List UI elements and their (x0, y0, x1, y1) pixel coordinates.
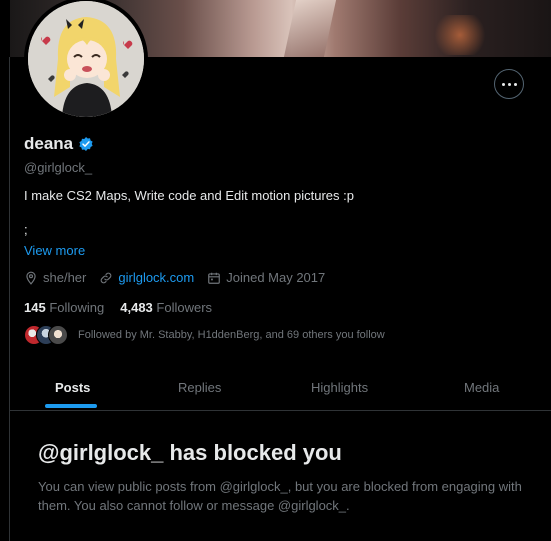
more-icon (501, 82, 517, 86)
calendar-icon (208, 272, 221, 284)
following-link[interactable]: 145 Following (24, 300, 104, 315)
display-name-row: deana (24, 134, 94, 154)
bio: I make CS2 Maps, Write code and Edit mot… (24, 188, 354, 203)
followed-by[interactable]: Followed by Mr. Stabby, H1ddenBerg, and … (24, 325, 385, 345)
follower-avatars (24, 325, 70, 345)
pronouns-text: she/her (43, 270, 87, 285)
follower-avatar (48, 325, 68, 345)
tab-media[interactable]: Media (464, 380, 499, 395)
join-date-text: Joined May 2017 (226, 270, 326, 285)
view-more-link[interactable]: View more (24, 243, 85, 258)
profile-tabs: Posts Replies Highlights Media (10, 366, 551, 411)
column-border (9, 57, 10, 541)
followers-link[interactable]: 4,483 Followers (120, 300, 212, 315)
verified-badge-icon[interactable] (78, 136, 94, 152)
active-tab-indicator (45, 404, 97, 408)
following-label: Following (49, 300, 105, 315)
display-name: deana (24, 134, 74, 153)
link-icon (101, 272, 112, 283)
avatar-image (28, 1, 144, 117)
blocked-title: @girlglock_ has blocked you (38, 440, 342, 465)
location-icon (26, 271, 36, 285)
bio-line-2: ; (24, 222, 28, 237)
avatar[interactable] (24, 0, 148, 121)
website-link[interactable]: girlglock.com (118, 270, 194, 285)
tab-posts[interactable]: Posts (55, 380, 90, 395)
tab-highlights[interactable]: Highlights (311, 380, 368, 395)
profile-meta: she/her girlglock.com Joined May 2017 (24, 270, 338, 285)
join-date: Joined May 2017 (207, 270, 325, 285)
followers-count: 4,483 (120, 300, 153, 315)
following-count: 145 (24, 300, 46, 315)
more-options-button[interactable] (494, 69, 524, 99)
pronouns: she/her (24, 270, 86, 285)
handle: @girlglock_ (24, 160, 93, 175)
blocked-description: You can view public posts from @girlgloc… (38, 479, 522, 513)
followed-by-text: Followed by Mr. Stabby, H1ddenBerg, and … (78, 329, 385, 341)
tab-replies[interactable]: Replies (178, 380, 221, 395)
website[interactable]: girlglock.com (99, 270, 194, 285)
follow-stats: 145 Following 4,483 Followers (24, 300, 212, 315)
profile-page: deana @girlglock_ I make CS2 Maps, Write… (0, 0, 551, 541)
followers-label: Followers (156, 300, 213, 315)
